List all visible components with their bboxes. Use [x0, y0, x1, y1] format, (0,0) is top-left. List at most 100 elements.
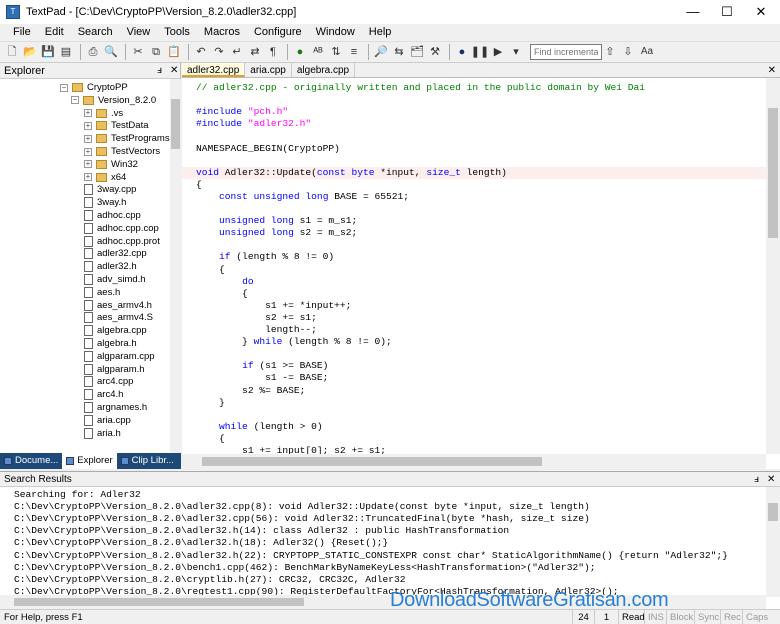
search-result-line[interactable]: C:\Dev\CryptoPP\Version_8.2.0\cryptlib.h… — [14, 574, 406, 586]
play-macro-icon[interactable]: ▶ — [490, 44, 506, 60]
tree-file[interactable]: adhoc.cpp.prot — [84, 235, 160, 248]
tree-folder[interactable]: + Win32 — [84, 158, 138, 171]
editor-vertical-scrollbar[interactable] — [766, 78, 780, 454]
tools-icon[interactable]: ⚒ — [427, 44, 443, 60]
web-browser-icon[interactable]: ● — [292, 44, 308, 60]
tab-aria-cpp[interactable]: aria.cpp — [245, 63, 292, 77]
sort-icon[interactable]: ⇅ — [328, 44, 344, 60]
visible-spaces-icon[interactable]: ⇄ — [247, 44, 263, 60]
find-previous-icon[interactable]: ⇧ — [602, 44, 618, 60]
tree-file[interactable]: aes_armv4.h — [84, 299, 152, 312]
tree-file[interactable]: algparam.h — [84, 363, 145, 376]
tab-clip-library[interactable]: Clip Libr... — [117, 453, 178, 469]
scroll-thumb[interactable] — [202, 457, 542, 466]
tree-file[interactable]: adhoc.cpp.cop — [84, 222, 159, 235]
redo-icon[interactable]: ↷ — [211, 44, 227, 60]
tree-file[interactable]: algebra.cpp — [84, 324, 147, 337]
tree-folder[interactable]: + TestData — [84, 119, 149, 132]
close-panel-icon[interactable]: ✕ — [767, 472, 775, 487]
close-button[interactable]: ✕ — [744, 0, 778, 24]
tab-adler32-cpp[interactable]: adler32.cpp — [182, 63, 246, 77]
tree-file[interactable]: argnames.h — [84, 401, 147, 414]
expand-icon[interactable]: + — [84, 173, 92, 182]
tree-file[interactable]: arc4.cpp — [84, 375, 133, 388]
replace-icon[interactable]: ⇆ — [391, 44, 407, 60]
menu-edit[interactable]: Edit — [38, 24, 71, 41]
tree-folder[interactable]: − Version_8.2.0 — [71, 94, 156, 107]
editor-horizontal-scrollbar[interactable] — [182, 454, 766, 469]
expand-icon[interactable]: + — [84, 109, 92, 118]
tree-file[interactable]: aria.cpp — [84, 414, 131, 427]
spelling-icon[interactable]: ᴬᴮ — [310, 44, 326, 60]
tree-file[interactable]: adler32.cpp — [84, 247, 147, 260]
copy-icon[interactable]: ⧉ — [148, 44, 164, 60]
tree-file[interactable]: algebra.h — [84, 337, 137, 350]
tree-scrollbar[interactable] — [170, 79, 181, 453]
expand-icon[interactable]: + — [84, 147, 92, 156]
tree-file[interactable]: 3way.cpp — [84, 183, 136, 196]
tree-folder[interactable]: + .vs — [84, 107, 123, 120]
pin-icon[interactable]: ⅎ — [157, 63, 162, 79]
expand-icon[interactable]: + — [84, 160, 92, 169]
tree-file[interactable]: arc4.h — [84, 388, 123, 401]
close-panel-icon[interactable]: ✕ — [170, 63, 178, 79]
tree-file[interactable]: aes.h — [84, 286, 120, 299]
menu-macros[interactable]: Macros — [197, 24, 247, 41]
tree-file[interactable]: aes_armv4.S — [84, 311, 153, 324]
results-vertical-scrollbar[interactable] — [766, 487, 780, 597]
find-next-icon[interactable]: ⇩ — [620, 44, 636, 60]
menu-tools[interactable]: Tools — [157, 24, 197, 41]
tab-explorer[interactable]: Explorer — [62, 453, 117, 469]
pause-macro-icon[interactable]: ❚❚ — [471, 44, 489, 60]
menu-window[interactable]: Window — [309, 24, 362, 41]
paste-icon[interactable]: 📋 — [166, 44, 182, 60]
pin-icon[interactable]: ⅎ — [754, 472, 759, 487]
tree-file[interactable]: adler32.h — [84, 260, 137, 273]
scroll-thumb[interactable] — [768, 108, 778, 238]
close-document-icon[interactable]: ✕ — [768, 63, 776, 78]
collapse-icon[interactable]: − — [60, 83, 68, 92]
word-wrap-icon[interactable]: ↵ — [229, 44, 245, 60]
maximize-button[interactable]: ☐ — [710, 0, 744, 24]
search-result-line[interactable]: C:\Dev\CryptoPP\Version_8.2.0\adler32.h(… — [14, 525, 509, 537]
search-result-line[interactable]: C:\Dev\CryptoPP\Version_8.2.0\bench1.cpp… — [14, 562, 595, 574]
print-preview-icon[interactable]: 🔍 — [103, 44, 119, 60]
tree-folder[interactable]: + x64 — [84, 171, 126, 184]
scroll-thumb[interactable] — [171, 99, 180, 149]
new-file-icon[interactable]: 🗋 — [4, 44, 20, 60]
tab-algebra-cpp[interactable]: algebra.cpp — [292, 63, 356, 77]
search-result-line[interactable]: C:\Dev\CryptoPP\Version_8.2.0\adler32.h(… — [14, 537, 388, 549]
textpad-app-icon[interactable]: T — [6, 5, 20, 19]
find-incrementally-input[interactable] — [530, 44, 602, 60]
tree-file[interactable]: adhoc.cpp — [84, 209, 141, 222]
tree-file[interactable]: 3way.h — [84, 196, 126, 209]
menu-configure[interactable]: Configure — [247, 24, 309, 41]
undo-icon[interactable]: ↶ — [193, 44, 209, 60]
tree-folder[interactable]: + TestVectors — [84, 145, 160, 158]
menu-view[interactable]: View — [120, 24, 158, 41]
tab-document-selector[interactable]: Docume... — [0, 453, 62, 469]
tree-file[interactable]: algparam.cpp — [84, 350, 155, 363]
scroll-thumb[interactable] — [14, 598, 304, 606]
tree-folder[interactable]: + TestPrograms — [84, 132, 170, 145]
toolbar-overflow-icon[interactable]: ▾ — [508, 44, 524, 60]
find-icon[interactable]: 🔎 — [373, 44, 389, 60]
search-result-line[interactable]: C:\Dev\CryptoPP\Version_8.2.0\adler32.cp… — [14, 513, 590, 525]
expand-icon[interactable]: + — [84, 121, 92, 130]
compare-icon[interactable]: ≡ — [346, 44, 362, 60]
collapse-icon[interactable]: − — [71, 96, 79, 105]
match-case-button[interactable]: Aa — [638, 44, 656, 60]
save-all-icon[interactable]: ▤ — [58, 44, 74, 60]
code-editor[interactable]: // adler32.cpp - originally written and … — [182, 78, 766, 454]
search-result-line[interactable]: C:\Dev\CryptoPP\Version_8.2.0\adler32.cp… — [14, 501, 590, 513]
tree-folder[interactable]: − CryptoPP — [60, 81, 128, 94]
record-macro-icon[interactable]: ● — [454, 44, 470, 60]
expand-icon[interactable]: + — [84, 134, 92, 143]
menu-file[interactable]: File — [6, 24, 38, 41]
scroll-thumb[interactable] — [768, 503, 778, 521]
paragraph-icon[interactable]: ¶ — [265, 44, 281, 60]
search-results-list[interactable]: Searching for: Adler32 C:\Dev\CryptoPP\Ve… — [0, 487, 766, 597]
tree-file[interactable]: adv_simd.h — [84, 273, 146, 286]
menu-help[interactable]: Help — [362, 24, 399, 41]
search-result-line[interactable]: C:\Dev\CryptoPP\Version_8.2.0\adler32.h(… — [14, 550, 728, 562]
